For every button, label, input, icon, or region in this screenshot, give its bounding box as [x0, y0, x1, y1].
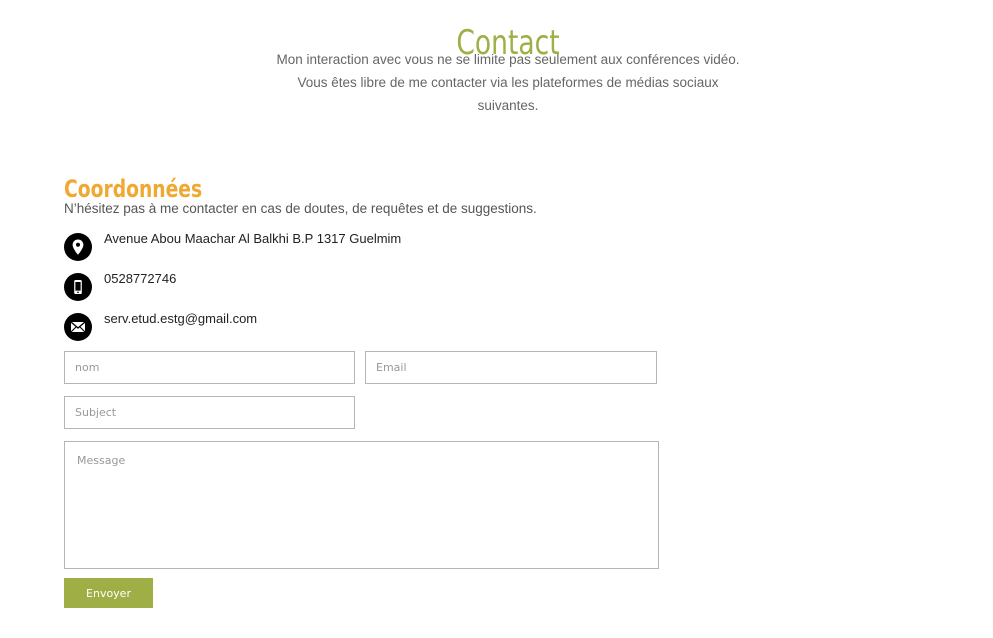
intro-line: suivantes. [477, 98, 539, 113]
phone-text: 0528772746 [104, 271, 177, 286]
address-text: Avenue Abou Maachar Al Balkhi B.P 1317 G… [104, 231, 402, 246]
intro-text: Mon interaction avec vous ne se limite p… [276, 48, 740, 117]
location-pin-icon [64, 233, 92, 261]
subject-input[interactable] [64, 396, 355, 429]
email-text: serv.etud.estg@gmail.com [104, 311, 258, 326]
message-textarea[interactable] [64, 441, 659, 569]
intro-line: Vous êtes libre de me contacter via les … [297, 75, 719, 90]
intro-line: Mon interaction avec vous ne se limite p… [276, 52, 740, 67]
email-input[interactable] [365, 351, 657, 384]
send-button[interactable]: Envoyer [64, 578, 153, 608]
mobile-phone-icon [64, 273, 92, 301]
envelope-icon [64, 313, 92, 341]
name-input[interactable] [64, 351, 355, 384]
contact-section-description: N’hésitez pas à me contacter en cas de d… [64, 201, 537, 216]
